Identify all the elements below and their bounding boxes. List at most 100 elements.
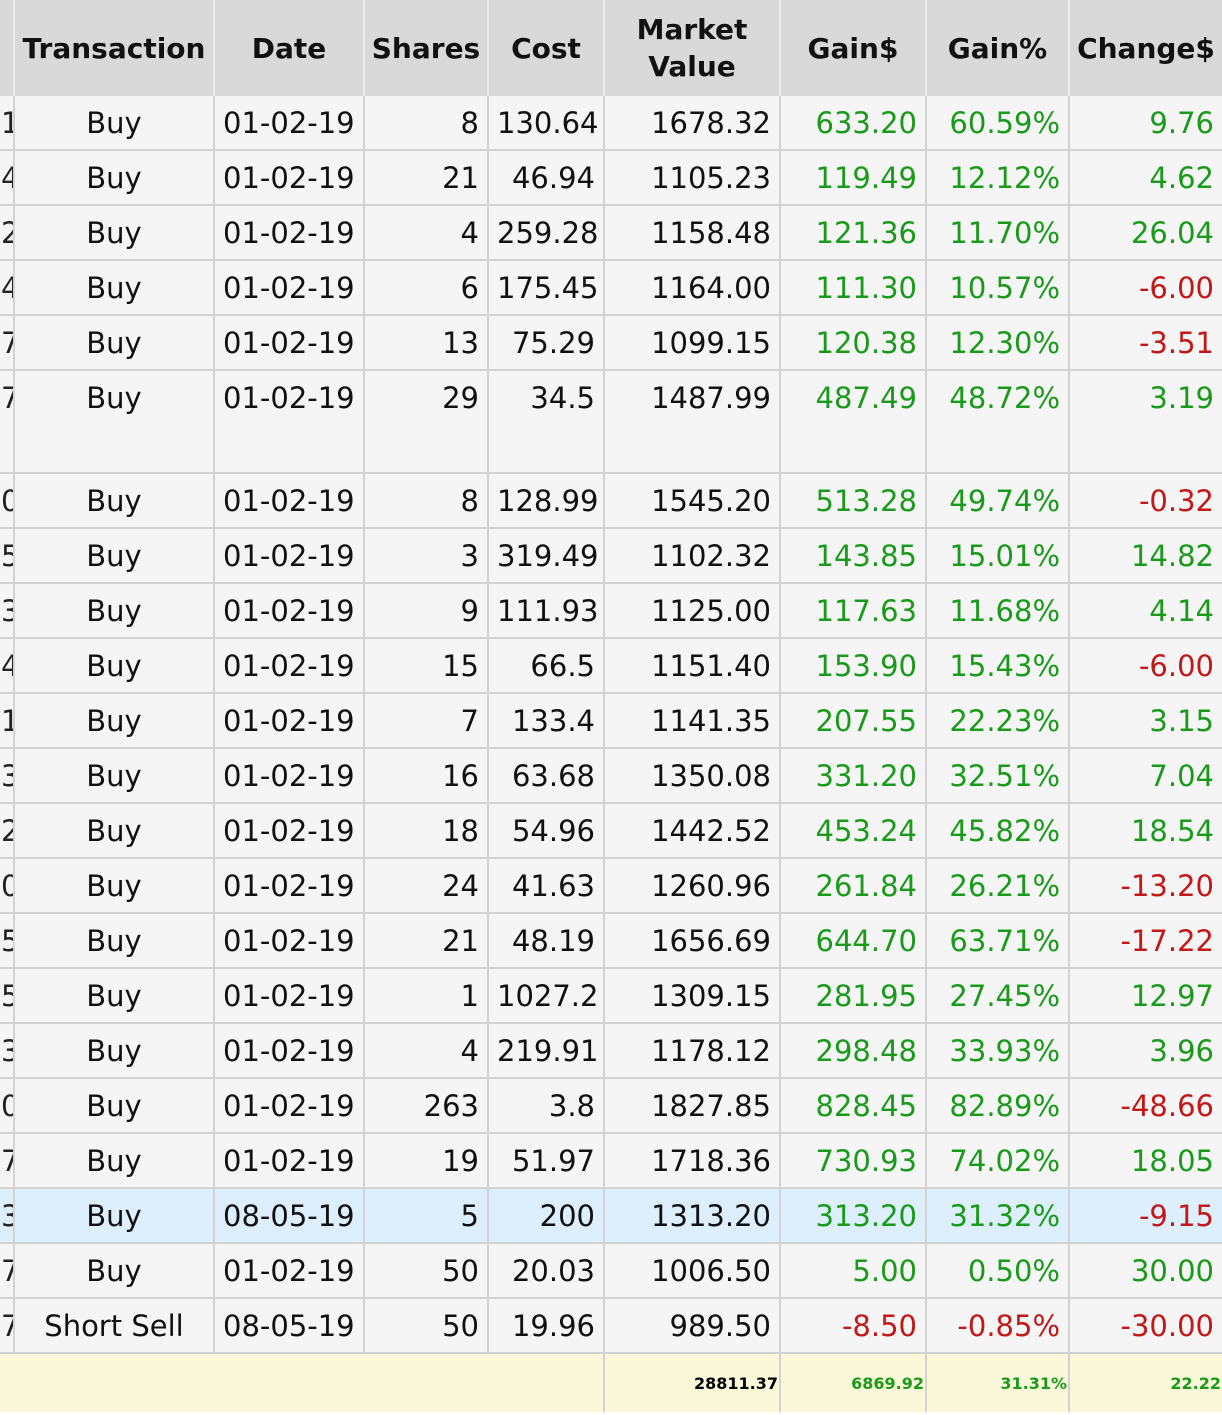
- column-header-shares[interactable]: Shares: [364, 0, 489, 96]
- column-header-transaction[interactable]: Transaction: [14, 0, 215, 96]
- market-value-cell: 1718.36: [604, 1133, 781, 1189]
- change-dollar-cell: -13.20: [1069, 858, 1222, 914]
- transaction-cell: Buy: [14, 748, 215, 804]
- transaction-cell: Buy: [14, 528, 215, 584]
- shares-cell: 8: [364, 473, 489, 529]
- date-cell: 01-02-19: [214, 1078, 365, 1134]
- table-row[interactable]: 4Buy01-02-196175.451164.00111.3010.57%-6…: [0, 260, 1222, 316]
- date-cell: 01-02-19: [214, 260, 365, 316]
- gain-percent-cell: 45.82%: [926, 803, 1070, 859]
- cost-cell: 41.63: [488, 858, 605, 914]
- change-dollar-cell: 3.19: [1069, 370, 1222, 474]
- cost-cell: 200: [488, 1188, 605, 1244]
- table-row[interactable]: 4Buy01-02-191566.51151.40153.9015.43%-6.…: [0, 638, 1222, 694]
- column-header-gain-percent[interactable]: Gain%: [926, 0, 1070, 96]
- gain-dollar-cell: 111.30: [780, 260, 927, 316]
- table-row[interactable]: 0Buy01-02-198128.991545.20513.2849.74%-0…: [0, 473, 1222, 529]
- gain-dollar-cell: 281.95: [780, 968, 927, 1024]
- row-index: 5: [0, 968, 15, 1024]
- column-header-market-value[interactable]: Market Value: [604, 0, 781, 96]
- gain-dollar-cell: 313.20: [780, 1188, 927, 1244]
- shares-cell: 3: [364, 528, 489, 584]
- cost-cell: 75.29: [488, 315, 605, 371]
- table-row[interactable]: 0Buy01-02-192633.81827.85828.4582.89%-48…: [0, 1078, 1222, 1134]
- transaction-cell: Buy: [14, 205, 215, 261]
- change-dollar-cell: -48.66: [1069, 1078, 1222, 1134]
- cost-cell: 20.03: [488, 1243, 605, 1299]
- gain-percent-cell: 82.89%: [926, 1078, 1070, 1134]
- transaction-cell: Buy: [14, 913, 215, 969]
- table-row[interactable]: 0Buy01-02-192441.631260.96261.8426.21%-1…: [0, 858, 1222, 914]
- table-row[interactable]: 4Buy01-02-192146.941105.23119.4912.12%4.…: [0, 150, 1222, 206]
- transaction-cell: Buy: [14, 803, 215, 859]
- table-row[interactable]: 1Buy01-02-198130.641678.32633.2060.59%9.…: [0, 96, 1222, 151]
- gain-percent-cell: 10.57%: [926, 260, 1070, 316]
- gain-dollar-cell: 487.49: [780, 370, 927, 474]
- column-header-date[interactable]: Date: [214, 0, 365, 96]
- shares-cell: 29: [364, 370, 489, 474]
- table-row[interactable]: 7Short Sell08-05-195019.96989.50-8.50-0.…: [0, 1298, 1222, 1354]
- totals-spacer: [0, 1353, 605, 1412]
- table-row[interactable]: 3Buy01-02-194219.911178.12298.4833.93%3.…: [0, 1023, 1222, 1079]
- table-row[interactable]: 3Buy01-02-199111.931125.00117.6311.68%4.…: [0, 583, 1222, 639]
- totals-row: 28811.37 6869.92 31.31% 22.22: [0, 1353, 1222, 1412]
- column-header-gain-dollar[interactable]: Gain$: [780, 0, 927, 96]
- shares-cell: 7: [364, 693, 489, 749]
- table-row[interactable]: 3Buy08-05-1952001313.20313.2031.32%-9.15: [0, 1188, 1222, 1244]
- gain-dollar-cell: 120.38: [780, 315, 927, 371]
- gain-percent-cell: 15.01%: [926, 528, 1070, 584]
- cost-cell: 63.68: [488, 748, 605, 804]
- table-row[interactable]: 1Buy01-02-197133.41141.35207.5522.23%3.1…: [0, 693, 1222, 749]
- row-index: 4: [0, 260, 15, 316]
- transaction-cell: Buy: [14, 693, 215, 749]
- transaction-cell: Buy: [14, 638, 215, 694]
- table-row[interactable]: 5Buy01-02-1911027.21309.15281.9527.45%12…: [0, 968, 1222, 1024]
- row-index: 3: [0, 1188, 15, 1244]
- gain-percent-cell: 31.32%: [926, 1188, 1070, 1244]
- total-gain-dollar: 6869.92: [780, 1353, 927, 1412]
- change-dollar-cell: -17.22: [1069, 913, 1222, 969]
- transaction-cell: Buy: [14, 1243, 215, 1299]
- shares-cell: 50: [364, 1298, 489, 1354]
- gain-percent-cell: 33.93%: [926, 1023, 1070, 1079]
- date-cell: 01-02-19: [214, 803, 365, 859]
- gain-dollar-cell: 153.90: [780, 638, 927, 694]
- row-index: 0: [0, 1078, 15, 1134]
- row-index: 7: [0, 1133, 15, 1189]
- market-value-cell: 1125.00: [604, 583, 781, 639]
- cost-cell: 46.94: [488, 150, 605, 206]
- transaction-cell: Buy: [14, 1023, 215, 1079]
- row-index: 0: [0, 473, 15, 529]
- row-index: 2: [0, 803, 15, 859]
- date-cell: 01-02-19: [214, 205, 365, 261]
- transaction-cell: Short Sell: [14, 1298, 215, 1354]
- gain-percent-cell: 26.21%: [926, 858, 1070, 914]
- cost-cell: 133.4: [488, 693, 605, 749]
- change-dollar-cell: 7.04: [1069, 748, 1222, 804]
- total-gain-percent: 31.31%: [926, 1353, 1070, 1412]
- cost-cell: 1027.2: [488, 968, 605, 1024]
- column-header-change-dollar[interactable]: Change$: [1069, 0, 1222, 96]
- table-row[interactable]: 2Buy01-02-194259.281158.48121.3611.70%26…: [0, 205, 1222, 261]
- gain-percent-cell: 15.43%: [926, 638, 1070, 694]
- shares-cell: 9: [364, 583, 489, 639]
- gain-dollar-cell: 644.70: [780, 913, 927, 969]
- cost-cell: 48.19: [488, 913, 605, 969]
- transaction-cell: Buy: [14, 1188, 215, 1244]
- cost-cell: 19.96: [488, 1298, 605, 1354]
- table-row[interactable]: 5Buy01-02-193319.491102.32143.8515.01%14…: [0, 528, 1222, 584]
- table-row[interactable]: 7Buy01-02-195020.031006.505.000.50%30.00: [0, 1243, 1222, 1299]
- column-header-cost[interactable]: Cost: [488, 0, 605, 96]
- transaction-cell: Buy: [14, 96, 215, 151]
- table-row[interactable]: 2Buy01-02-191854.961442.52453.2445.82%18…: [0, 803, 1222, 859]
- table-row[interactable]: 3Buy01-02-191663.681350.08331.2032.51%7.…: [0, 748, 1222, 804]
- date-cell: 01-02-19: [214, 1243, 365, 1299]
- table-row[interactable]: 7Buy01-02-192934.51487.99487.4948.72%3.1…: [0, 370, 1222, 474]
- table-row[interactable]: 7Buy01-02-191375.291099.15120.3812.30%-3…: [0, 315, 1222, 371]
- change-dollar-cell: -3.51: [1069, 315, 1222, 371]
- date-cell: 01-02-19: [214, 638, 365, 694]
- gain-dollar-cell: 730.93: [780, 1133, 927, 1189]
- table-row[interactable]: 5Buy01-02-192148.191656.69644.7063.71%-1…: [0, 913, 1222, 969]
- table-row[interactable]: 7Buy01-02-191951.971718.36730.9374.02%18…: [0, 1133, 1222, 1189]
- shares-cell: 50: [364, 1243, 489, 1299]
